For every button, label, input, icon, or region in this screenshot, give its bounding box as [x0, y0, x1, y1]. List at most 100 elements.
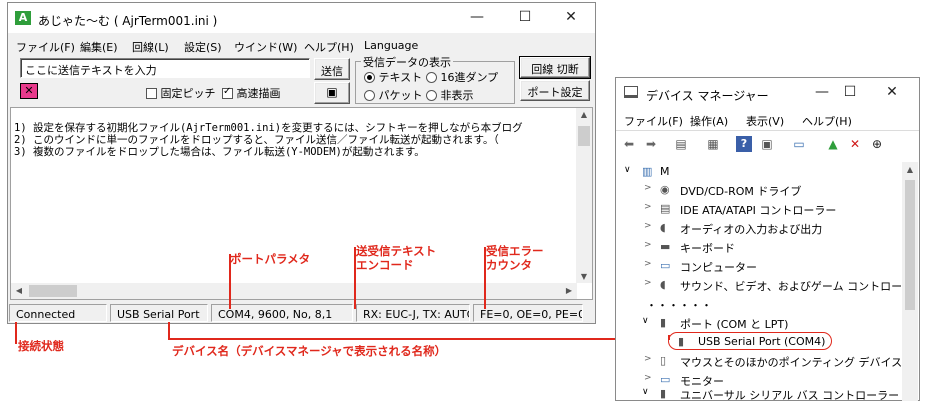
close-button[interactable]: ✕ — [551, 9, 591, 25]
vertical-scroll-thumb[interactable] — [578, 126, 590, 146]
expand-chevron-icon[interactable]: > — [644, 259, 652, 269]
radio-hidden[interactable]: 非表示 — [426, 87, 474, 103]
scroll-left-icon[interactable]: ◀ — [13, 286, 25, 295]
collapse-chevron-icon[interactable]: ∨ — [642, 316, 649, 326]
radio-text-dot[interactable] — [364, 72, 375, 83]
devmgr-scroll-thumb[interactable] — [905, 180, 915, 310]
expand-chevron-icon[interactable]: > — [644, 354, 652, 364]
properties-icon[interactable]: ▤ — [672, 135, 690, 153]
back-arrow-icon[interactable]: ⬅ — [620, 135, 638, 153]
radio-packet-dot[interactable] — [364, 90, 375, 101]
horizontal-scrollbar[interactable]: ◀ ▶ — [11, 283, 577, 299]
devmgr-menu-file[interactable]: ファイル(F) — [624, 113, 683, 129]
annotation-rx-error-2: カウンタ — [486, 258, 532, 272]
computer-root-icon: ▥ — [642, 165, 653, 178]
devmgr-scroll-up-icon[interactable]: ▲ — [902, 165, 918, 174]
menu-file[interactable]: ファイル(F) — [16, 39, 75, 55]
line-toggle-button[interactable]: 回線 切断 — [519, 56, 591, 79]
check-mark-icon: ✓ — [223, 86, 232, 97]
status-errors: FE=0, OE=0, PE=0, — [473, 304, 583, 322]
download-icon[interactable]: ⊕ — [868, 135, 886, 153]
maximize-button[interactable]: ☐ — [505, 9, 545, 25]
devmgr-menu-help[interactable]: ヘルプ(H) — [802, 113, 852, 129]
show-hidden-icon[interactable]: ▣ — [758, 135, 776, 153]
send-mode-button[interactable]: ▣ — [314, 82, 350, 104]
status-device: USB Serial Port — [110, 304, 208, 322]
expand-chevron-icon[interactable]: > — [644, 221, 652, 231]
send-button[interactable]: 送信 — [314, 58, 350, 80]
devmgr-menubar: ファイル(F) 操作(A) 表示(V) ヘルプ(H) — [616, 110, 919, 128]
dvd-drive-icon: ◉ — [660, 183, 670, 196]
fast-draw-box[interactable]: ✓ — [222, 86, 233, 99]
minimize-button[interactable]: — — [457, 9, 497, 25]
tree-item-label: キーボード — [680, 242, 735, 255]
collapse-chevron-icon[interactable]: ∨ — [624, 165, 631, 175]
fixed-pitch-box[interactable] — [146, 88, 157, 99]
devmgr-close-button[interactable]: ✕ — [872, 84, 912, 100]
status-params: COM4, 9600, No, 8,1 — [211, 304, 353, 322]
scroll-down-icon[interactable]: ▼ — [576, 272, 592, 281]
monitor-toolbar-icon[interactable]: ▭ — [790, 135, 808, 153]
annotation-rx-error-line — [484, 247, 486, 309]
tree-item-label: コンピューター — [680, 261, 757, 274]
expand-chevron-icon[interactable]: > — [644, 373, 652, 383]
expand-chevron-icon[interactable]: > — [644, 202, 652, 212]
annotation-encoding-1: 送受信テキスト — [356, 244, 437, 258]
port-settings-button[interactable]: ポート設定 — [520, 80, 590, 101]
fast-draw-label: 高速描画 — [236, 87, 281, 100]
details-icon[interactable]: ▦ — [704, 135, 722, 153]
forward-arrow-icon[interactable]: ➡ — [642, 135, 660, 153]
devmgr-maximize-button[interactable]: ☐ — [830, 84, 870, 100]
radio-packet-label: パケット — [378, 89, 423, 102]
tree-item-label: ユニバーサル シリアル バス コントローラー — [680, 389, 900, 401]
ajrterm-menubar: ファイル(F) 編集(E) 回線(L) 設定(S) ウインド(W) ヘルプ(H)… — [8, 35, 595, 55]
menu-window[interactable]: ウインド(W) — [234, 39, 297, 55]
radio-hidden-dot[interactable] — [426, 90, 437, 101]
horizontal-scroll-thumb[interactable] — [29, 285, 77, 297]
send-text-input[interactable]: ここに送信テキストを入力 — [20, 58, 310, 78]
menu-language[interactable]: Language — [364, 39, 418, 52]
radio-hex[interactable]: 16進ダンプ — [426, 69, 498, 85]
tree-item-label: IDE ATA/ATAPI コントローラー — [680, 204, 837, 217]
radio-hex-dot[interactable] — [426, 72, 437, 83]
expand-chevron-icon[interactable]: > — [644, 183, 652, 193]
window-title: あじゃた～む ( AjrTerm001.ini ) — [38, 14, 218, 28]
menu-line[interactable]: 回線(L) — [132, 39, 169, 55]
radio-packet[interactable]: パケット — [364, 87, 423, 103]
expand-chevron-icon[interactable]: > — [644, 278, 652, 288]
devmgr-vertical-scrollbar[interactable]: ▲ — [902, 162, 918, 401]
annotation-connection-state: 接続状態 — [18, 339, 64, 353]
devmgr-title: デバイス マネージャー — [646, 89, 769, 103]
uninstall-icon[interactable]: ✕ — [846, 135, 864, 153]
devmgr-menu-action[interactable]: 操作(A) — [690, 113, 728, 129]
vertical-scrollbar[interactable]: ▲ ▼ — [576, 108, 592, 283]
radio-text-label: テキスト — [378, 71, 423, 84]
expand-chevron-icon[interactable]: > — [644, 240, 652, 250]
scroll-right-icon[interactable]: ▶ — [563, 286, 575, 295]
radio-text[interactable]: テキスト — [364, 69, 422, 85]
menu-edit[interactable]: 編集(E) — [80, 39, 118, 55]
fixed-pitch-checkbox[interactable]: 固定ピッチ — [146, 85, 216, 101]
tree-item-label: サウンド、ビデオ、およびゲーム コントローラー — [680, 280, 902, 293]
tree-item-label: DVD/CD-ROM ドライブ — [680, 185, 802, 198]
app-logo-icon: A — [15, 11, 31, 25]
update-driver-icon[interactable]: ▲ — [824, 135, 842, 153]
annotation-port-params-line — [229, 254, 231, 309]
menu-help[interactable]: ヘルプ(H) — [304, 39, 354, 55]
fast-draw-checkbox[interactable]: ✓ 高速描画 — [222, 85, 281, 101]
help-icon[interactable]: ? — [736, 136, 752, 152]
radio-hidden-label: 非表示 — [440, 89, 474, 102]
tree-ellipsis-text: ・・・・・・ — [646, 299, 712, 312]
tree-item-label: マウスとそのほかのポインティング デバイス — [680, 356, 902, 369]
ajrterm-titlebar[interactable]: A あじゃた～む ( AjrTerm001.ini ) — ☐ ✕ — [8, 3, 595, 33]
serial-port-icon: ▮ — [678, 335, 685, 348]
scroll-up-icon[interactable]: ▲ — [576, 110, 592, 119]
devmgr-titlebar[interactable]: デバイス マネージャー — ☐ ✕ — [616, 78, 919, 108]
annotation-rx-error-1: 受信エラー — [486, 244, 544, 258]
sound-icon: ◖ — [660, 278, 666, 291]
light-icon: ▣ — [326, 85, 338, 99]
collapse-chevron-icon[interactable]: ∨ — [642, 387, 649, 397]
menu-settings[interactable]: 設定(S) — [184, 39, 222, 55]
devmgr-menu-view[interactable]: 表示(V) — [746, 113, 784, 129]
ide-controller-icon: ▤ — [660, 202, 671, 215]
